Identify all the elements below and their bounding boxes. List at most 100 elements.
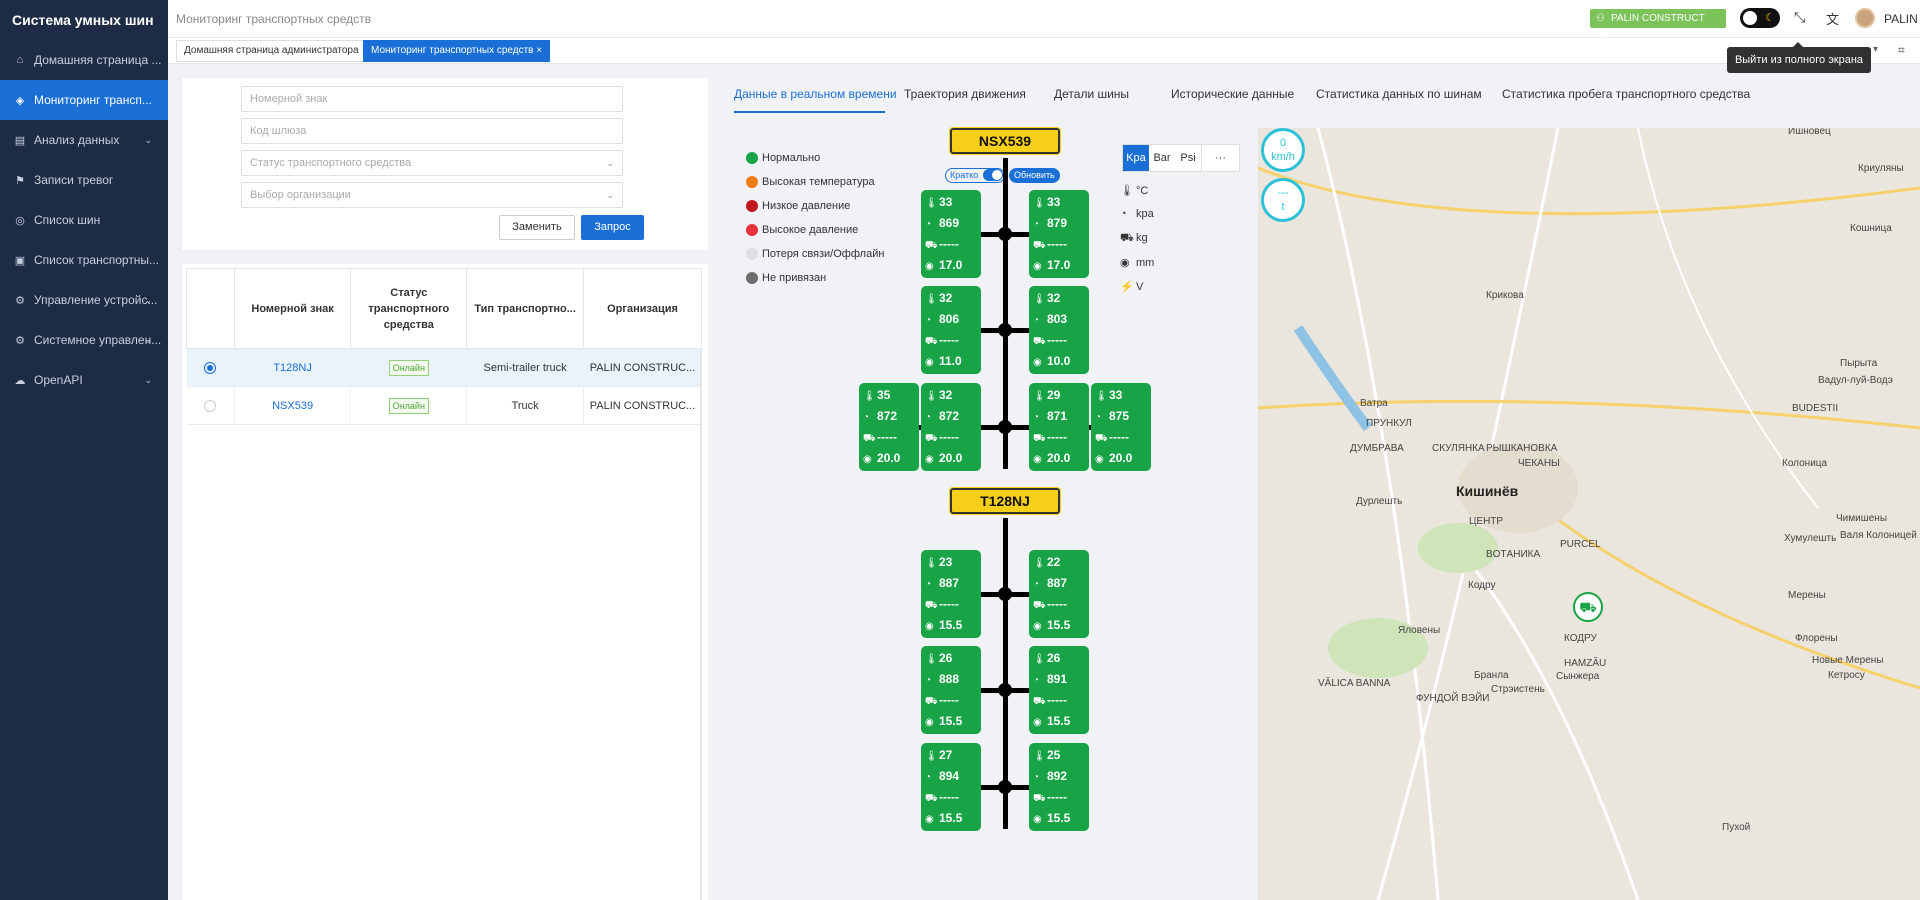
tab-vehicle-monitoring[interactable]: Мониторинг транспортных средств × [363,40,551,62]
plate-t128nj: T128NJ [949,487,1061,515]
tire-card[interactable]: 🌡33 ◔ 875 ⛟----- ◉ 20.0 [1091,383,1151,471]
refresh-button[interactable]: Обновить [1009,168,1060,183]
tire-load-value: ----- [939,333,959,347]
map-label: Бранла [1474,670,1509,681]
status-badge: Онлайн [388,397,429,414]
tire-card[interactable]: 🌡32 ◔ 803 ⛟----- ◉ 10.0 [1029,286,1089,374]
tabs-dropdown-icon[interactable]: ▾ [1873,44,1878,55]
tire-temp-value: 27 [939,748,953,762]
sidebar-item-0[interactable]: ⌂ Домашняя страница ... [0,40,168,80]
sidebar: Система умных шин ⌂ Домашняя страница ...… [0,0,168,900]
detail-tab-5[interactable]: Статистика пробега транспортного средств… [1502,87,1750,101]
col-org[interactable]: Организация [583,268,702,349]
detail-tab-3[interactable]: Исторические данные [1171,87,1294,101]
translate-icon[interactable]: 文 [1826,9,1839,28]
tire-card[interactable]: 🌡32 ◔ 872 ⛟----- ◉ 20.0 [921,383,981,471]
tire-tread-line: ◉ 15.5 [1033,808,1070,828]
vehicle-table: Номерной знак Статус транспортного средс… [186,268,702,425]
unit-kpa-button[interactable]: Kpa [1123,145,1149,171]
detail-tab-0[interactable]: Данные в реальном времени [734,87,897,101]
tire-card[interactable]: 🌡26 ◔ 891 ⛟----- ◉ 15.5 [1029,646,1089,734]
vehicle-marker[interactable]: ⛟ [1573,592,1603,622]
active-tab-underline [734,111,885,113]
tire-temp-line: 🌡32 [925,385,952,405]
tire-tread-line: ◉ 11.0 [925,351,962,371]
username[interactable]: PALIN [1884,12,1918,26]
tread-icon: ◉ [1095,454,1104,465]
status-select[interactable]: Статус транспортного средства ⌄ [241,150,623,176]
map-label: HAMZĂU [1564,658,1607,669]
detail-tab-2[interactable]: Детали шины [1054,87,1129,101]
col-status[interactable]: Статус транспортного средства [350,268,468,349]
expand-icon[interactable]: ⌗ [1898,43,1905,58]
fullscreen-exit-icon[interactable]: ⤡ [1794,9,1805,26]
tire-card[interactable]: 🌡27 ◔ 894 ⛟----- ◉ 15.5 [921,743,981,831]
table-row[interactable]: T128NJ Онлайн Semi-trailer truck PALIN CONS… [186,348,702,387]
col-type[interactable]: Тип транспортно... [466,268,585,349]
tire-tread-line: ◉ 20.0 [1033,448,1070,468]
sidebar-item-label: Управление устройс... [34,293,158,307]
load-gauge: --- t [1261,178,1305,222]
plate-link[interactable]: NSX539 [272,400,313,412]
tire-card[interactable]: 🌡33 ◔ 879 ⛟----- ◉ 17.0 [1029,190,1089,278]
legend-item: Высокое давление [746,224,858,237]
detail-tab-1[interactable]: Траектория движения [904,87,1026,101]
org-badge[interactable]: ⚇PALIN CONSTRUCT SRL [1590,9,1726,43]
org-select[interactable]: Выбор организации ⌄ [241,182,623,208]
sidebar-item-7[interactable]: ⚙ Системное управлен... ⌄ [0,320,168,360]
load-icon: ⛟ [1033,433,1046,444]
unit-bar-button[interactable]: Bar [1149,145,1175,171]
tire-pressure-value: 888 [939,672,960,686]
tire-card[interactable]: 🌡33 ◔ 869 ⛟----- ◉ 17.0 [921,190,981,278]
tire-tread-value: 17.0 [1047,258,1071,272]
map[interactable]: Ишновец Криуляны Кошница Крикова Пырыта Вадул… [1258,128,1920,900]
col-plate[interactable]: Номерной знак [233,268,352,349]
row-radio[interactable] [204,399,217,412]
tab-admin-home[interactable]: Домашняя страница администратора [176,40,367,62]
sidebar-item-1[interactable]: ◈ Мониторинг трансп... [0,80,168,120]
table-row[interactable]: NSX539 Онлайн Truck PALIN CONSTRUC... [186,386,702,425]
tire-card[interactable]: 🌡32 ◔ 806 ⛟----- ◉ 11.0 [921,286,981,374]
unit-more-button[interactable]: ··· [1201,145,1239,171]
load-icon: ⛟ [925,433,938,444]
tire-tread-line: ◉ 15.5 [1033,711,1070,731]
plate-input[interactable]: Номерной знак [241,86,623,112]
sidebar-item-2[interactable]: ▤ Анализ данных ⌄ [0,120,168,160]
map-label: Крикова [1486,290,1524,301]
query-button[interactable]: Запрос [581,215,644,240]
map-roads [1258,128,1920,900]
avatar[interactable] [1855,8,1875,28]
map-label: Ватра [1360,398,1388,409]
tire-temp-value: 33 [1047,195,1061,209]
sidebar-item-3[interactable]: ⚑ Записи тревог [0,160,168,200]
tire-tread-value: 15.5 [939,714,963,728]
tread-icon: ◉ [925,717,934,728]
reset-button[interactable]: Заменить [499,215,575,240]
sidebar-item-4[interactable]: ◎ Список шин [0,200,168,240]
gateway-input[interactable]: Код шлюза [241,118,623,144]
sidebar-item-6[interactable]: ⚙ Управление устройс... ⌄ [0,280,168,320]
tire-card[interactable]: 🌡23 ◔ 887 ⛟----- ◉ 15.5 [921,550,981,638]
tire-tread-value: 15.5 [939,811,963,825]
theme-toggle[interactable]: ☾ [1740,8,1780,28]
thermometer-icon: 🌡 [1033,294,1046,305]
brief-toggle[interactable]: Кратко [945,168,1006,183]
tread-icon: ◉ [1033,261,1042,272]
sidebar-item-5[interactable]: ▣ Список транспортны... [0,240,168,280]
pressure-icon: ◔ [1033,772,1040,783]
sidebar-item-8[interactable]: ☁ OpenAPI ⌄ [0,360,168,400]
tire-load-line: ⛟----- [925,427,959,447]
sidebar-nav: ⌂ Домашняя страница ... ◈ Мониторинг трансп… [0,40,168,400]
tire-card[interactable]: 🌡22 ◔ 887 ⛟----- ◉ 15.5 [1029,550,1089,638]
plate-link[interactable]: T128NJ [273,362,312,374]
unit-psi-button[interactable]: Psi [1175,145,1201,171]
tire-card[interactable]: 🌡35 ◔ 872 ⛟----- ◉ 20.0 [859,383,919,471]
table-scrollbar[interactable] [700,348,702,900]
tire-card[interactable]: 🌡29 ◔ 871 ⛟----- ◉ 20.0 [1029,383,1089,471]
pressure-icon: ◔ [1033,412,1040,423]
tire-card[interactable]: 🌡25 ◔ 892 ⛟----- ◉ 15.5 [1029,743,1089,831]
detail-tab-4[interactable]: Статистика данных по шинам [1316,87,1482,101]
org-cell: PALIN CONSTRUC... [583,386,702,425]
row-radio[interactable] [204,361,217,374]
tire-card[interactable]: 🌡26 ◔ 888 ⛟----- ◉ 15.5 [921,646,981,734]
